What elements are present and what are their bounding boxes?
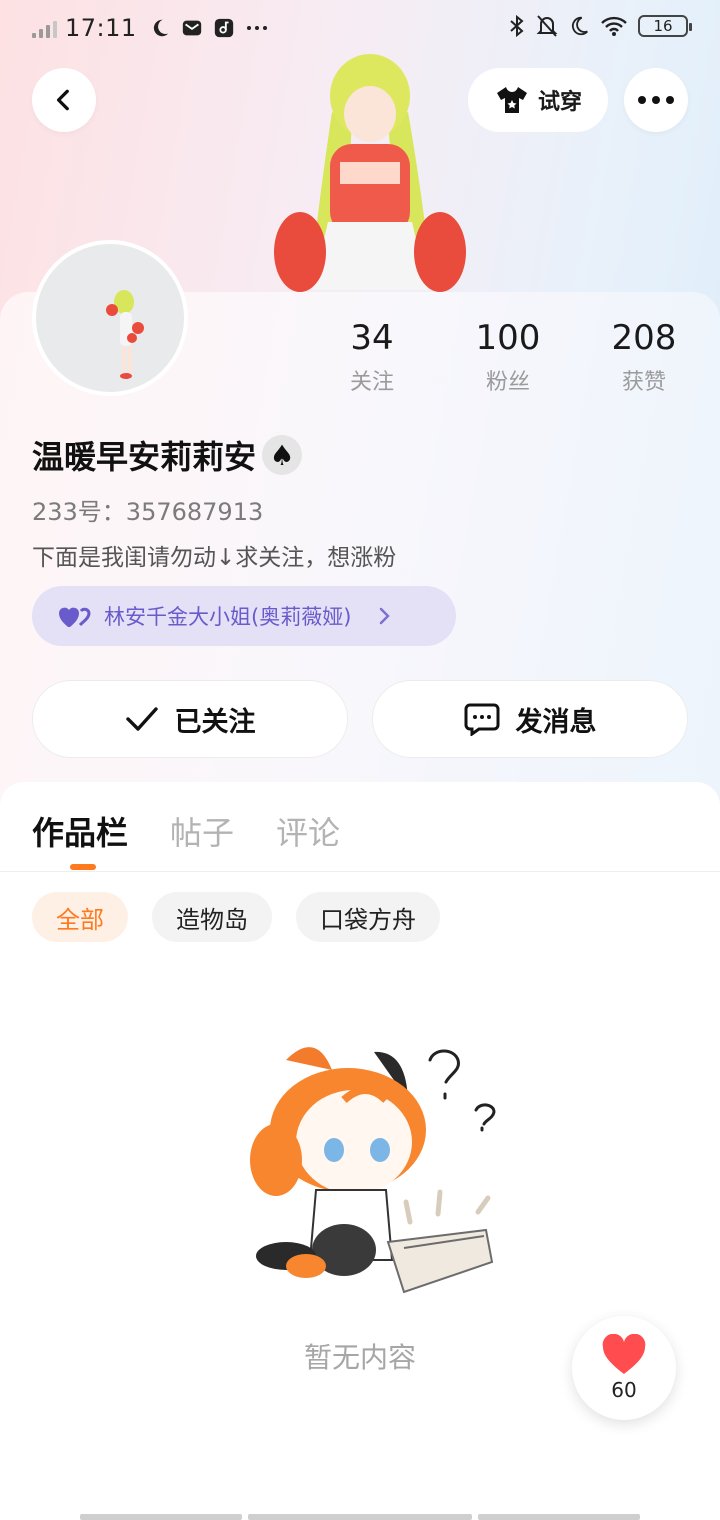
mail-icon: [182, 20, 201, 36]
tshirt-icon: [496, 87, 527, 113]
back-button[interactable]: [32, 68, 96, 132]
music-app-icon: [214, 18, 233, 38]
stat-following[interactable]: 34 关注: [312, 318, 432, 396]
tab-comments[interactable]: 评论: [276, 808, 340, 854]
avatar-character-image: [106, 290, 144, 379]
send-message-button[interactable]: 发消息: [372, 680, 688, 758]
chip-pocket-ark[interactable]: 口袋方舟: [296, 892, 440, 942]
followed-button[interactable]: 已关注: [32, 680, 348, 758]
stat-followers[interactable]: 100 粉丝: [448, 318, 568, 396]
tab-posts[interactable]: 帖子: [170, 808, 234, 854]
bottom-scroll-indicator: [0, 1514, 720, 1520]
content-tabs: 作品栏 帖子 评论: [32, 808, 340, 854]
user-id: 233号：357687913: [32, 498, 264, 526]
chevron-left-icon: [56, 89, 69, 111]
status-time: 17:11: [65, 14, 137, 42]
filter-chips: 全部 造物岛 口袋方舟: [32, 892, 440, 942]
user-bio: 下面是我闺请勿动↓求关注，想涨粉: [32, 545, 397, 571]
likes-count: 208: [611, 318, 677, 358]
more-dots-icon: [638, 96, 674, 104]
empty-state-illustration: [250, 1047, 496, 1294]
double-heart-icon: [59, 607, 91, 627]
battery-icon: 16: [638, 15, 692, 37]
send-message-label: 发消息: [515, 706, 597, 738]
username: 温暖早安莉莉安 ♠: [32, 432, 303, 478]
like-button[interactable]: 60: [572, 1316, 676, 1420]
like-count: 60: [611, 1378, 637, 1402]
more-options-button[interactable]: [624, 68, 688, 132]
following-count: 34: [350, 318, 394, 358]
bluetooth-icon: [510, 14, 524, 38]
moon-icon: [153, 19, 168, 37]
relationship-tag[interactable]: 林安千金大小姐(奥莉薇娅): [32, 586, 456, 646]
followers-count: 100: [475, 318, 541, 358]
spade-badge: ♠: [262, 435, 303, 475]
checkmark-icon: [125, 707, 158, 731]
followers-label: 粉丝: [485, 370, 530, 395]
chip-creation-island[interactable]: 造物岛: [152, 892, 272, 942]
tab-works[interactable]: 作品栏: [32, 808, 128, 854]
tabs-divider: [0, 871, 720, 872]
followed-label: 已关注: [174, 706, 256, 738]
character-3d-figure: [274, 54, 466, 292]
more-notifications-icon: [246, 26, 267, 30]
username-text: 温暖早安莉莉安: [32, 438, 257, 476]
heart-icon: [602, 1334, 646, 1374]
battery-level: 16: [653, 17, 673, 35]
status-bar: 17:11 16: [0, 0, 720, 56]
chip-all[interactable]: 全部: [32, 892, 128, 942]
wifi-icon: [601, 16, 627, 36]
following-label: 关注: [349, 370, 394, 395]
try-on-label: 试穿: [537, 90, 582, 115]
likes-label: 获赞: [621, 370, 666, 395]
avatar[interactable]: [32, 240, 188, 396]
signal-icon: [32, 18, 57, 38]
stat-likes[interactable]: 208 获赞: [584, 318, 704, 396]
chevron-right-icon: [380, 607, 391, 625]
chat-bubble-icon: [464, 703, 499, 736]
mute-bell-icon: [536, 15, 558, 37]
active-tab-indicator: [70, 864, 96, 870]
moon-icon: [571, 16, 588, 36]
relationship-tag-label: 林安千金大小姐(奥莉薇娅): [104, 605, 352, 629]
try-on-button[interactable]: 试穿: [468, 68, 608, 132]
